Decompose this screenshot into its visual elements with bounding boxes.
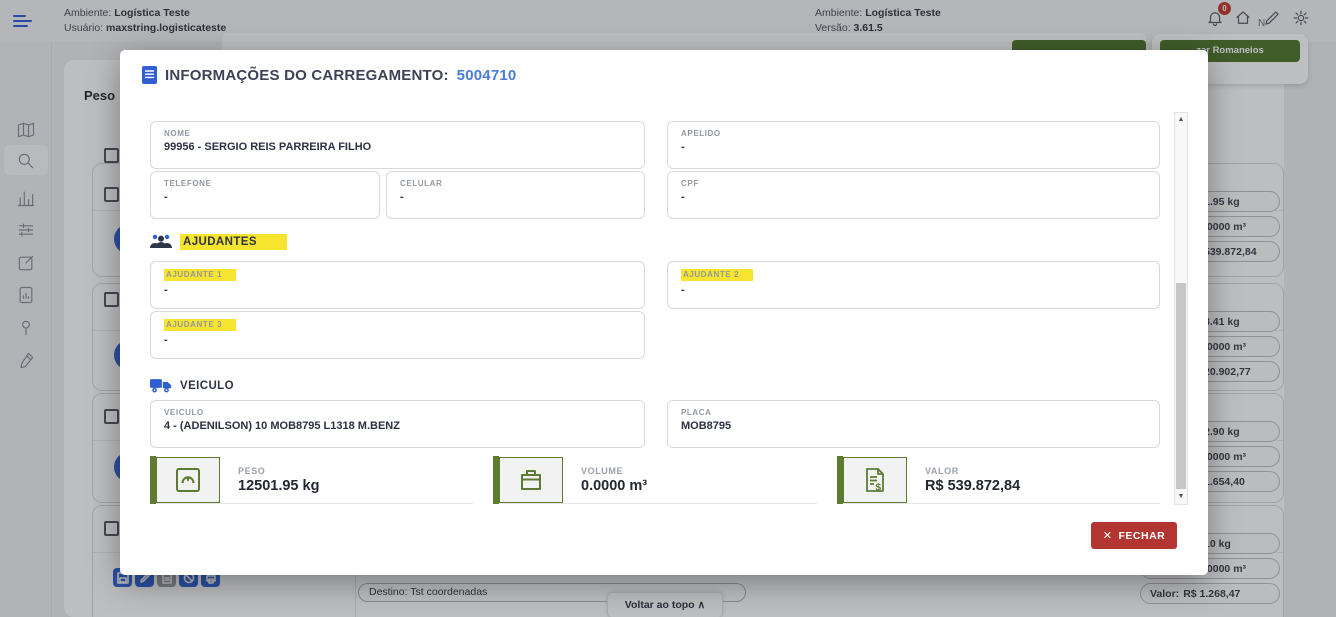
telefone-field: TELEFONE - [150, 171, 380, 219]
apelido-field: APELIDO - [667, 121, 1160, 169]
ajudante1-field: AJUDANTE 1 - [150, 261, 645, 309]
volume-stat: VOLUME0.0000 m³ [493, 456, 817, 504]
nome-field: NOME 99956 - SERGIO REIS PARREIRA FILHO [150, 121, 645, 169]
people-icon [150, 234, 172, 250]
placa-field: PLACA MOB8795 [667, 400, 1160, 448]
cpf-field: CPF - [667, 171, 1160, 219]
scrollbar-thumb[interactable] [1176, 283, 1186, 489]
close-icon: ✕ [1103, 529, 1113, 542]
modal-title: INFORMAÇÕES DO CARREGAMENTO: 5004710 [142, 66, 516, 84]
celular-field: CELULAR - [386, 171, 645, 219]
ajudante3-field: AJUDANTE 3 - [150, 311, 645, 359]
carregamento-number-link[interactable]: 5004710 [457, 67, 517, 84]
ajudantes-section-header: AJUDANTES [150, 234, 287, 250]
veiculo-section-header: VEICULO [150, 378, 234, 394]
package-icon [499, 457, 563, 503]
carregamento-info-modal: INFORMAÇÕES DO CARREGAMENTO: 5004710 NOM… [120, 50, 1208, 575]
scroll-up-arrow[interactable]: ▲ [1175, 114, 1187, 126]
ajudante2-field: AJUDANTE 2 - [667, 261, 1160, 309]
fechar-button[interactable]: ✕ FECHAR [1091, 522, 1177, 549]
invoice-icon: $ [843, 457, 907, 503]
modal-scrollbar[interactable]: ▲ ▼ [1174, 112, 1188, 505]
peso-stat: PESO12501.95 kg [150, 456, 473, 504]
app-root: Ambiente: Logística Teste Usuário: maxst… [0, 0, 1336, 617]
svg-text:$: $ [876, 482, 882, 493]
scale-icon [156, 457, 220, 503]
document-icon [142, 66, 157, 84]
truck-icon [150, 378, 172, 394]
veiculo-field: VEICULO 4 - (ADENILSON) 10 MOB8795 L1318… [150, 400, 645, 448]
valor-stat: $ VALORR$ 539.872,84 [837, 456, 1160, 504]
scroll-down-arrow[interactable]: ▼ [1175, 491, 1187, 503]
